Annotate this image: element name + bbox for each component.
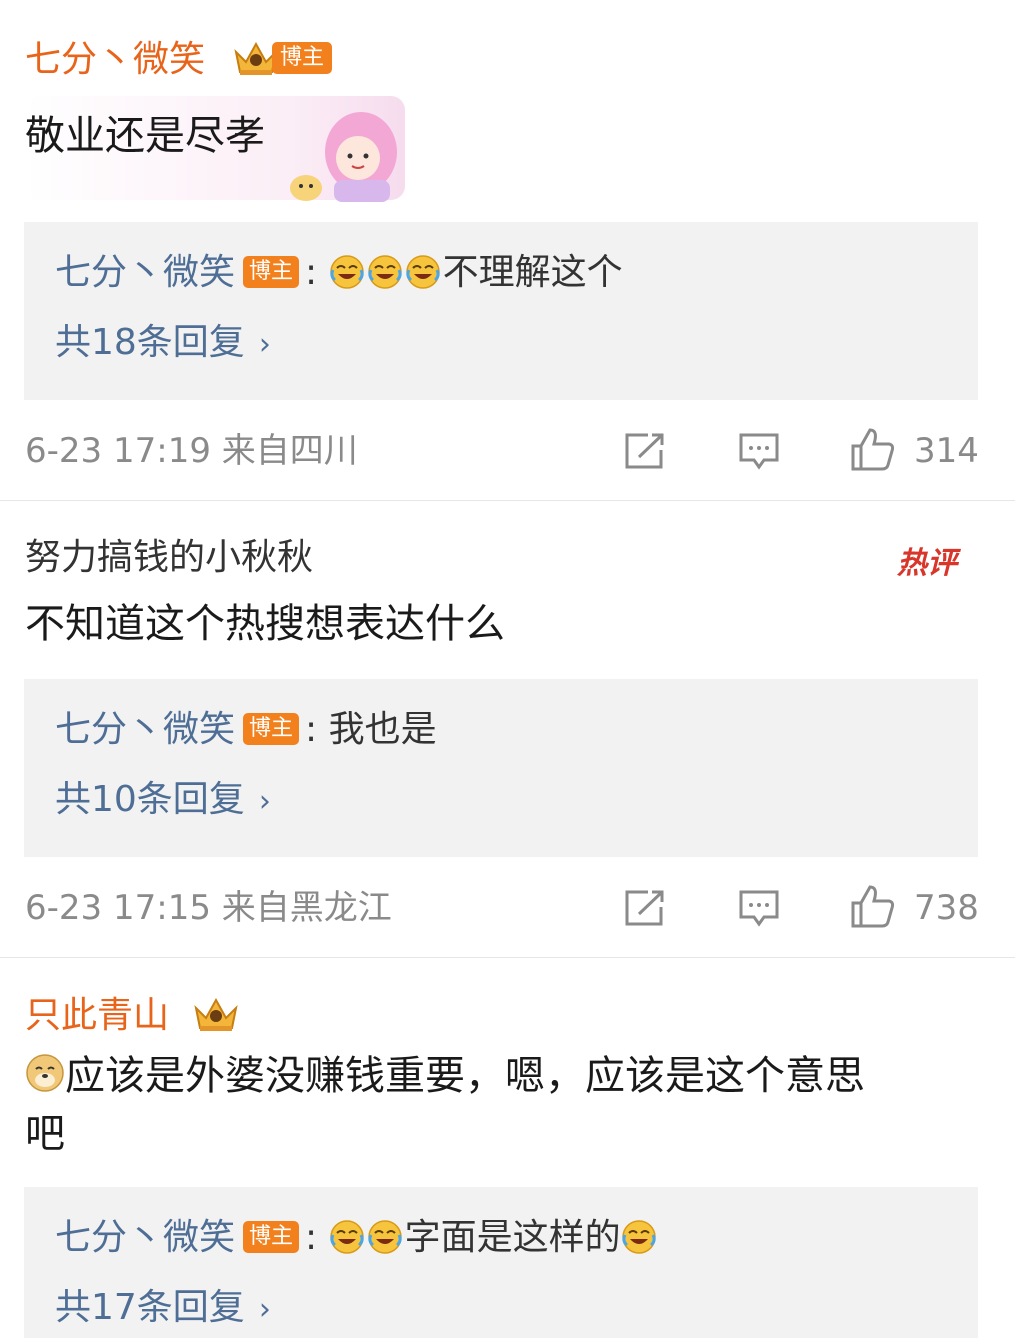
reply-count-link[interactable]: 共10条回复 › [55,777,271,825]
hot-comment-badge: 热评 [897,546,957,581]
thumbs-up-icon[interactable] [850,426,896,472]
comment-username[interactable]: 七分丶微笑 [25,38,205,82]
comment-username[interactable]: 只此青山 [25,994,169,1038]
like-count: 314 [914,431,979,471]
crown-icon [192,994,240,1034]
laugh-cry-emoji [621,1219,657,1255]
laugh-cry-emoji [329,254,365,290]
chevron-right-icon: › [258,327,271,362]
share-icon[interactable] [624,889,666,927]
comment-icon[interactable] [738,432,780,472]
reply-box[interactable]: 七分丶微笑 博主: 我也是 共10条回复 › [24,679,978,857]
reply-username[interactable]: 七分丶微笑 [55,709,235,750]
blogger-badge: 博主 [243,713,300,745]
doge-emoji [26,1054,64,1092]
reply-count-link[interactable]: 共18条回复 › [55,320,271,368]
comment-text-line: 应该是外婆没赚钱重要，嗯，应该是这个意思 [25,1048,865,1104]
comment-text: 不知道这个热搜想表达什么 [25,601,505,647]
reply-preview: 七分丶微笑 博主: 字面是这样的 [55,1215,659,1261]
laugh-cry-emoji [367,1219,403,1255]
reply-count-link[interactable]: 共17条回复 › [55,1285,271,1333]
comment-username[interactable]: 努力搞钱的小秋秋 [25,536,313,580]
reply-text: 字面是这样的 [404,1217,621,1258]
divider [0,500,1015,501]
reply-box[interactable]: 七分丶微笑 博主: 字面是这样的 共17条回复 › [24,1187,978,1338]
reply-username[interactable]: 七分丶微笑 [55,1217,235,1258]
comment-text: 应该是外婆没赚钱重要，嗯，应该是这个意思 [65,1053,865,1099]
divider [0,957,1015,958]
blogger-badge: 博主 [243,256,300,288]
laugh-cry-emoji [367,254,403,290]
like-count: 738 [914,888,979,928]
thumbs-up-icon[interactable] [850,883,896,929]
reply-box[interactable]: 七分丶微笑 博主: 不理解这个 共18条回复 › [24,222,978,400]
chevron-right-icon: › [258,1292,271,1327]
reply-text: 我也是 [328,709,437,750]
share-icon[interactable] [624,432,666,470]
comment-text: 敬业还是尽孝 [25,113,265,159]
blogger-badge: 博主 [243,1221,300,1253]
comment-text-line2: 吧 [25,1111,65,1157]
comment-meta: 6-23 17:19 来自四川 [25,431,358,471]
reply-preview: 七分丶微笑 博主: 不理解这个 [55,252,623,293]
character-sticker [290,112,397,202]
laugh-cry-emoji [329,1219,365,1255]
reply-username[interactable]: 七分丶微笑 [55,252,235,293]
reply-preview: 七分丶微笑 博主: 我也是 [55,709,437,750]
laugh-cry-emoji [405,254,441,290]
chevron-right-icon: › [258,784,271,819]
reply-text: 不理解这个 [442,252,623,293]
blogger-badge: 博主 [272,42,333,74]
comment-meta: 6-23 17:15 来自黑龙江 [25,888,392,928]
comment-icon[interactable] [738,889,780,929]
